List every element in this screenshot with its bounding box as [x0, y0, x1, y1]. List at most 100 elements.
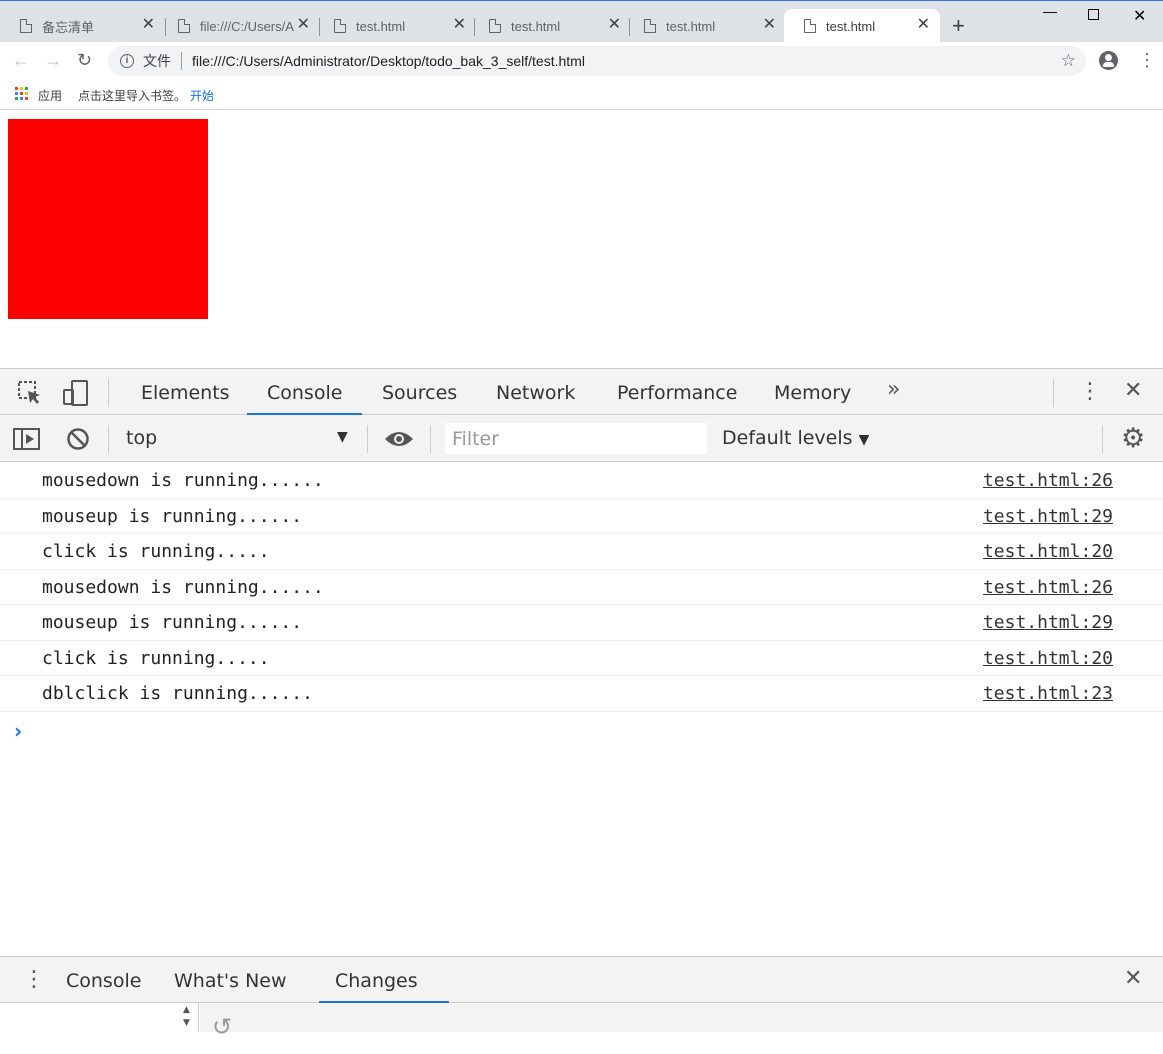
close-drawer-icon[interactable]: ✕	[1124, 966, 1142, 991]
message-text: mousedown is running......	[42, 576, 324, 598]
chrome-menu-icon[interactable]: ⋮	[1138, 50, 1156, 70]
drawer-tab-changes[interactable]: Changes ✕	[319, 957, 449, 1037]
devtools-tab-bar: Elements Console Sources Network Perform…	[0, 368, 1163, 415]
forward-arrow-icon[interactable]: →	[44, 50, 62, 70]
browser-tab[interactable]: test.html ✕	[314, 9, 476, 43]
close-window-icon[interactable]: ✕	[1133, 6, 1146, 26]
dropdown-arrow-icon: ▼	[858, 432, 870, 448]
drawer-tab-console[interactable]: Console	[50, 957, 157, 1003]
console-message: dblclick is running...... test.html:23	[0, 676, 1163, 712]
tab-title: test.html	[826, 18, 876, 34]
console-prompt-chevron-icon[interactable]: ›	[14, 719, 22, 743]
tab-network[interactable]: Network	[476, 369, 595, 415]
console-toolbar: top ▼ Default levels ▼ ⚙	[0, 415, 1163, 462]
tab-strip: 备忘清单 ✕ file:///C:/Users/A ✕ test.html ✕ …	[0, 0, 1163, 43]
browser-toolbar: ← → ↻ i 文件 file:///C:/Users/Administrato…	[0, 42, 1163, 80]
close-tab-icon[interactable]: ✕	[297, 17, 310, 33]
console-message: click is running..... test.html:20	[0, 641, 1163, 676]
message-text: mouseup is running......	[42, 612, 303, 633]
browser-tab[interactable]: 备忘清单 ✕	[0, 9, 165, 43]
source-link[interactable]: test.html:20	[983, 648, 1113, 669]
device-toolbar-icon[interactable]	[62, 379, 90, 411]
page-icon	[20, 19, 32, 33]
changes-diff-view: ↺	[200, 1003, 1163, 1039]
console-message: click is running..... test.html:20	[0, 534, 1163, 570]
message-text: mousedown is running......	[42, 470, 324, 491]
tab-memory[interactable]: Memory	[754, 369, 871, 415]
drawer-menu-icon[interactable]: ⋮	[23, 967, 45, 992]
toolbar-divider	[108, 425, 109, 453]
tab-elements[interactable]: Elements	[121, 369, 250, 415]
inspect-element-icon[interactable]	[17, 380, 43, 410]
scroll-down-arrow-icon[interactable]: ▼	[183, 1018, 190, 1028]
reload-icon[interactable]: ↻	[77, 50, 92, 70]
import-start-link[interactable]: 开始	[190, 87, 214, 104]
browser-tab[interactable]: file:///C:/Users/A ✕	[158, 9, 320, 43]
close-tab-icon[interactable]: ✕	[453, 17, 466, 33]
tab-console[interactable]: Console	[247, 369, 363, 415]
clear-console-icon[interactable]	[66, 427, 90, 455]
drawer-tab-label: Changes	[335, 970, 418, 992]
tab-sources[interactable]: Sources	[362, 369, 477, 415]
source-link[interactable]: test.html:29	[983, 612, 1113, 633]
tab-title: file:///C:/Users/A	[200, 18, 294, 34]
message-text: click is running.....	[42, 647, 270, 669]
browser-tab-active[interactable]: test.html ✕	[784, 9, 940, 43]
source-link[interactable]: test.html:29	[983, 506, 1113, 527]
tab-title: 备忘清单	[42, 19, 95, 35]
browser-tab[interactable]: test.html ✕	[469, 9, 631, 43]
console-settings-gear-icon[interactable]: ⚙	[1121, 425, 1145, 452]
page-icon	[334, 19, 346, 33]
close-tab-icon[interactable]: ✕	[763, 17, 776, 33]
apps-label[interactable]: 应用	[38, 87, 62, 104]
dropdown-arrow-icon[interactable]: ▼	[337, 429, 348, 445]
url-text[interactable]: file:///C:/Users/Administrator/Desktop/t…	[192, 53, 585, 69]
apps-grid-icon[interactable]	[15, 87, 28, 100]
omnibox-divider	[181, 52, 182, 70]
console-filter-input[interactable]	[445, 423, 707, 454]
sidebar-toggle-icon[interactable]	[13, 428, 41, 454]
drawer-tab-whats-new[interactable]: What's New	[158, 957, 303, 1003]
message-text: dblclick is running......	[42, 683, 313, 704]
log-levels-dropdown[interactable]: Default levels ▼	[722, 415, 869, 464]
close-tab-icon[interactable]: ✕	[917, 17, 930, 33]
scroll-up-arrow-icon[interactable]: ▲	[183, 1005, 190, 1015]
source-link[interactable]: test.html:23	[983, 683, 1113, 704]
changes-file-list: ▲ ▼	[0, 1003, 199, 1032]
close-tab-icon[interactable]: ✕	[142, 17, 155, 33]
maximize-icon[interactable]	[1088, 9, 1099, 20]
new-tab-button[interactable]: +	[952, 15, 965, 37]
page-icon	[644, 19, 656, 33]
source-link[interactable]: test.html:26	[983, 577, 1113, 598]
console-message: mouseup is running...... test.html:29	[0, 499, 1163, 534]
source-link[interactable]: test.html:26	[983, 470, 1113, 491]
tab-title: test.html	[356, 18, 406, 34]
toolbar-divider	[108, 379, 109, 407]
source-link[interactable]: test.html:20	[983, 541, 1113, 562]
console-message: mouseup is running...... test.html:29	[0, 605, 1163, 641]
import-bookmarks-text: 点击这里导入书签。	[78, 89, 187, 103]
console-message: mousedown is running...... test.html:26	[0, 463, 1163, 499]
browser-tab[interactable]: test.html ✕	[624, 9, 786, 43]
context-selector[interactable]: top	[126, 415, 157, 462]
minimize-icon[interactable]: —	[1043, 3, 1057, 19]
back-arrow-icon[interactable]: ←	[12, 50, 30, 70]
page-icon	[489, 19, 501, 33]
tab-performance[interactable]: Performance	[597, 369, 757, 415]
bookmark-star-icon[interactable]: ☆	[1061, 51, 1076, 71]
message-text: mouseup is running......	[42, 505, 303, 527]
red-square[interactable]	[8, 119, 208, 319]
bookmarks-bar: 应用 点击这里导入书签。 开始	[0, 80, 1163, 110]
live-expression-eye-icon[interactable]	[384, 429, 414, 453]
drawer-tab-bar: ⋮ Console What's New Changes ✕ ✕	[0, 956, 1163, 1037]
revert-icon[interactable]: ↺	[212, 1015, 232, 1039]
profile-avatar-icon[interactable]	[1099, 51, 1118, 70]
more-tabs-chevron-icon[interactable]: »	[887, 377, 900, 402]
close-tab-icon[interactable]: ✕	[608, 17, 621, 33]
devtools-menu-icon[interactable]: ⋮	[1079, 379, 1101, 404]
info-icon[interactable]: i	[120, 54, 134, 68]
close-devtools-icon[interactable]: ✕	[1124, 378, 1142, 403]
address-bar[interactable]: i 文件 file:///C:/Users/Administrator/Desk…	[108, 46, 1086, 76]
message-text: click is running.....	[42, 541, 270, 562]
toolbar-divider	[367, 425, 368, 453]
